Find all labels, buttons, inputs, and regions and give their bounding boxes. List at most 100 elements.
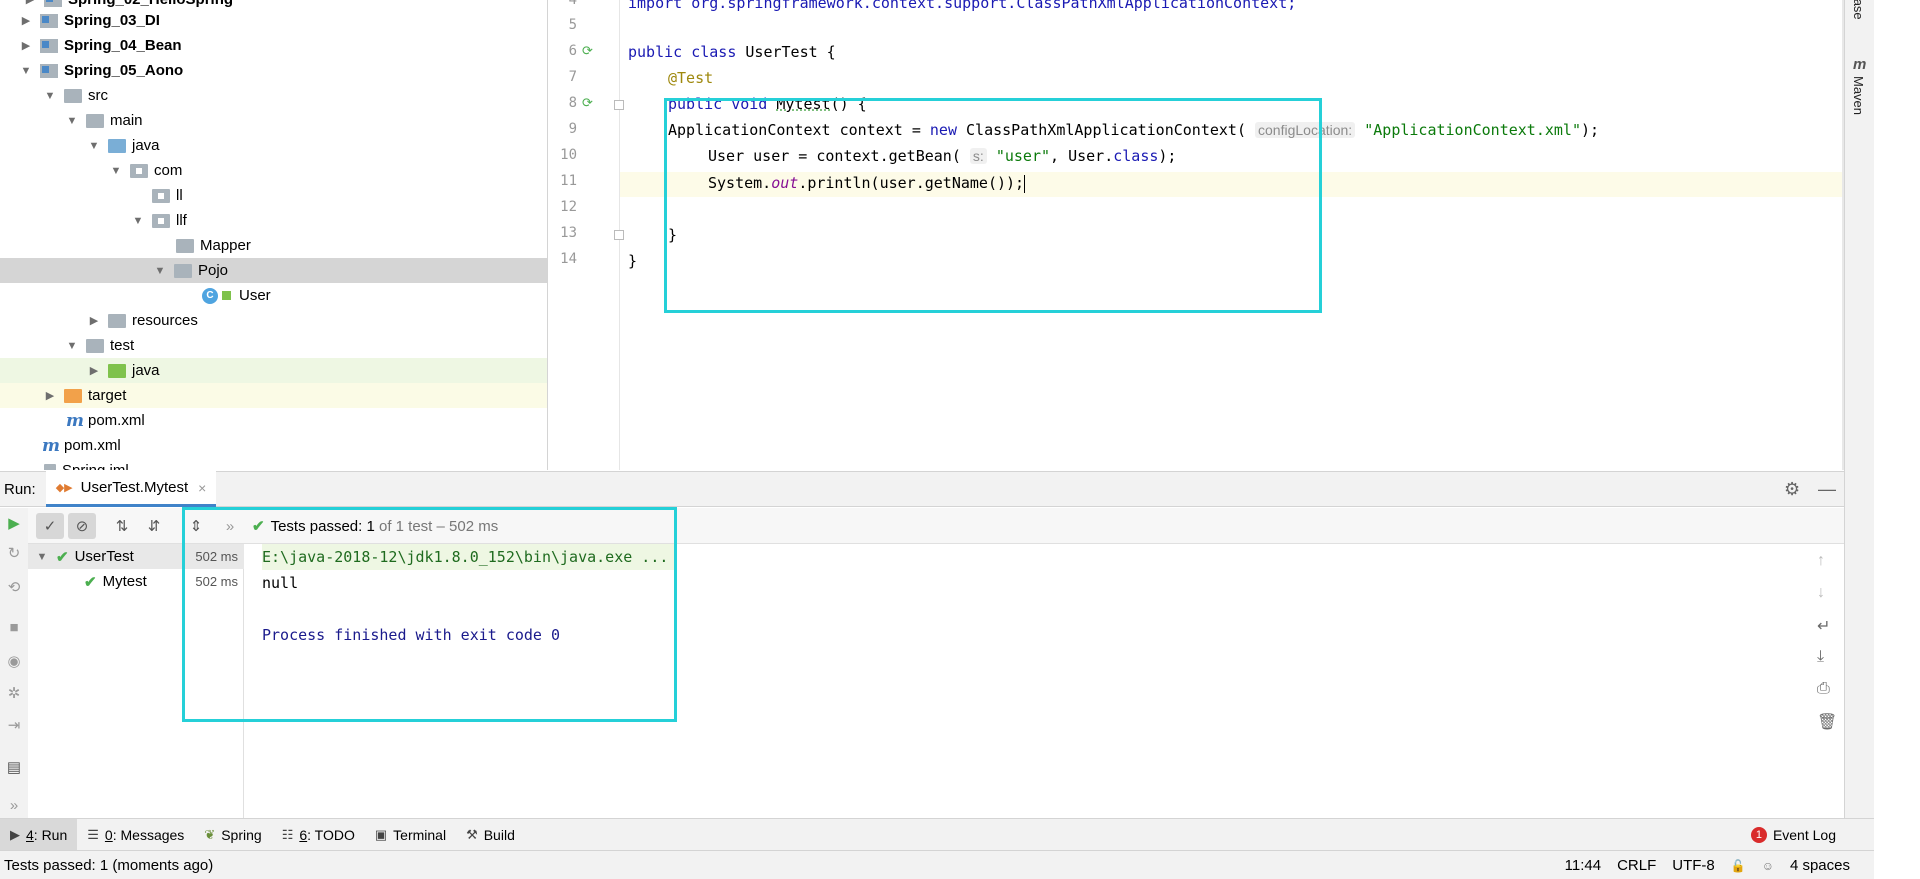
collapse-arrow-icon[interactable]: ▼ xyxy=(132,215,144,227)
exit-icon[interactable]: ⇥ xyxy=(6,718,22,734)
trash-icon[interactable]: 🗑 xyxy=(1817,712,1837,732)
arrow-up-icon[interactable]: ↑ xyxy=(1817,552,1825,570)
notification-badge: 1 xyxy=(1750,827,1767,843)
rerun-icon[interactable]: ▶ xyxy=(6,516,22,532)
tab-terminal[interactable]: ▣ Terminal xyxy=(365,819,456,851)
tree-item-llf[interactable]: ▼ llf xyxy=(0,208,547,233)
line-separator[interactable]: CRLF xyxy=(1617,857,1656,874)
expand-arrow-icon[interactable]: ▶ xyxy=(44,390,56,402)
tree-item-java-main[interactable]: ▼ java xyxy=(0,133,547,158)
tab-todo[interactable]: ☷ 6: TODO xyxy=(272,819,365,851)
gear-icon[interactable]: ⚙ xyxy=(1784,479,1800,500)
module-folder-icon xyxy=(40,13,58,28)
tree-item-com[interactable]: ▼ com xyxy=(0,158,547,183)
sort-duration-button[interactable]: ⇵ xyxy=(140,513,168,539)
lock-icon[interactable]: 🔓 xyxy=(1731,859,1746,873)
scroll-to-end-icon[interactable]: ⤓ xyxy=(1817,648,1824,666)
expand-arrow-icon[interactable]: ▶ xyxy=(20,40,32,52)
tab-label: Spring xyxy=(221,826,262,843)
tree-item-main[interactable]: ▼ main xyxy=(0,108,547,133)
rerun-failed-icon[interactable]: ↻ xyxy=(6,546,22,562)
caret-position[interactable]: 11:44 xyxy=(1565,857,1601,874)
camera-icon[interactable]: ◉ xyxy=(6,654,22,670)
settings-icon[interactable]: ✲ xyxy=(6,686,22,702)
run-config-tab[interactable]: ◆▶ UserTest.Mytest × xyxy=(45,471,217,507)
toggle-auto-test-icon[interactable]: ⟲ xyxy=(6,580,22,596)
tree-item-iml[interactable]: Spring.iml xyxy=(0,458,547,470)
print-icon[interactable]: ⎙ xyxy=(1817,680,1830,698)
run-config-icon: ◆▶ xyxy=(55,482,73,494)
tree-item-spring03[interactable]: ▶ Spring_03_DI xyxy=(0,8,547,33)
tab-label: : Messages xyxy=(112,826,185,843)
tab-spring[interactable]: ❦ Spring xyxy=(194,819,271,851)
run-test-icon[interactable]: ⟳ xyxy=(582,44,596,58)
tree-item-mapper[interactable]: Mapper xyxy=(0,233,547,258)
excluded-folder-icon xyxy=(64,388,82,403)
file-encoding[interactable]: UTF-8 xyxy=(1672,857,1715,874)
collapse-arrow-icon[interactable]: ▼ xyxy=(20,65,32,77)
inspector-icon[interactable]: ☺ xyxy=(1762,859,1774,873)
status-bar: Tests passed: 1 (moments ago) 11:44 CRLF… xyxy=(0,850,1874,879)
tab-messages[interactable]: ☰ 0: Messages xyxy=(77,819,194,851)
tree-item-resources[interactable]: ▶ resources xyxy=(0,308,547,333)
tab-build[interactable]: ⚒ Build xyxy=(456,819,525,851)
collapse-arrow-icon[interactable]: ▼ xyxy=(66,115,78,127)
tree-item-pom-root[interactable]: m pom.xml xyxy=(0,433,547,458)
sort-alpha-button[interactable]: ⇅ xyxy=(108,513,136,539)
run-tab-label: UserTest.Mytest xyxy=(80,479,189,496)
tree-item-pojo[interactable]: ▼ Pojo xyxy=(0,258,547,283)
highlight-box-code xyxy=(664,98,1322,313)
hammer-icon: ⚒ xyxy=(466,826,478,842)
expand-arrow-icon[interactable]: ▶ xyxy=(20,15,32,27)
collapse-arrow-icon[interactable]: ▼ xyxy=(88,140,100,152)
line-number: 10 xyxy=(560,147,577,163)
tab-shortcut: 6 xyxy=(299,826,308,843)
package-icon xyxy=(174,263,192,278)
tree-item-pom-module[interactable]: m pom.xml xyxy=(0,408,547,433)
event-log-label: Event Log xyxy=(1772,827,1836,843)
source-folder-icon xyxy=(108,138,126,153)
folder-icon xyxy=(64,88,82,103)
show-ignored-button[interactable]: ⊘ xyxy=(68,513,96,539)
collapse-arrow-icon[interactable]: ▼ xyxy=(36,551,48,563)
tree-item-spring05[interactable]: ▼ Spring_05_Aono xyxy=(0,58,547,83)
more-icon[interactable]: » xyxy=(6,798,22,814)
tree-item-java-test[interactable]: ▶ java xyxy=(0,358,547,383)
minimize-icon[interactable]: — xyxy=(1818,479,1836,500)
tree-item-test[interactable]: ▼ test xyxy=(0,333,547,358)
status-message[interactable]: Tests passed: 1 (moments ago) xyxy=(4,857,213,874)
tree-item-ll[interactable]: ll xyxy=(0,183,547,208)
code-line-14: } xyxy=(628,248,637,274)
event-log-button[interactable]: 1 Event Log xyxy=(1750,819,1836,851)
tree-item-label: pom.xml xyxy=(64,437,121,454)
stop-icon[interactable]: ■ xyxy=(6,620,22,636)
fold-icon[interactable] xyxy=(614,100,624,110)
database-tool-tab[interactable]: Database xyxy=(1851,0,1866,20)
tab-shortcut: 0 xyxy=(104,826,113,843)
line-number: 5 xyxy=(568,17,577,33)
run-test-icon[interactable]: ⟳ xyxy=(582,96,596,110)
expand-arrow-icon[interactable]: ▶ xyxy=(88,365,100,377)
soft-wrap-icon[interactable]: ↵ xyxy=(1817,616,1830,636)
fold-icon[interactable] xyxy=(614,230,624,240)
collapse-arrow-icon[interactable]: ▼ xyxy=(66,340,78,352)
layout-icon[interactable]: ▤ xyxy=(6,760,22,776)
collapse-arrow-icon[interactable]: ▼ xyxy=(44,90,56,102)
tree-item-spring04[interactable]: ▶ Spring_04_Bean xyxy=(0,33,547,58)
collapse-arrow-icon[interactable]: ▼ xyxy=(110,165,122,177)
line-number: 9 xyxy=(568,121,577,137)
import-statement: import org.springframework.context.suppo… xyxy=(628,0,1297,12)
maven-tool-tab[interactable]: Maven xyxy=(1851,76,1866,115)
tree-item-target[interactable]: ▶ target xyxy=(0,383,547,408)
show-passed-button[interactable]: ✓ xyxy=(36,513,64,539)
tree-item-src[interactable]: ▼ src xyxy=(0,83,547,108)
class-declaration: UserTest { xyxy=(736,43,836,61)
collapse-arrow-icon[interactable]: ▼ xyxy=(154,265,166,277)
tree-item-user-class[interactable]: C User xyxy=(0,283,547,308)
close-icon[interactable]: × xyxy=(198,480,206,496)
arrow-down-icon[interactable]: ↓ xyxy=(1817,584,1825,602)
expand-arrow-icon[interactable]: ▶ xyxy=(24,0,36,6)
tab-run[interactable]: ▶ 4: Run xyxy=(0,818,78,851)
indent-setting[interactable]: 4 spaces xyxy=(1790,857,1850,874)
expand-arrow-icon[interactable]: ▶ xyxy=(88,315,100,327)
